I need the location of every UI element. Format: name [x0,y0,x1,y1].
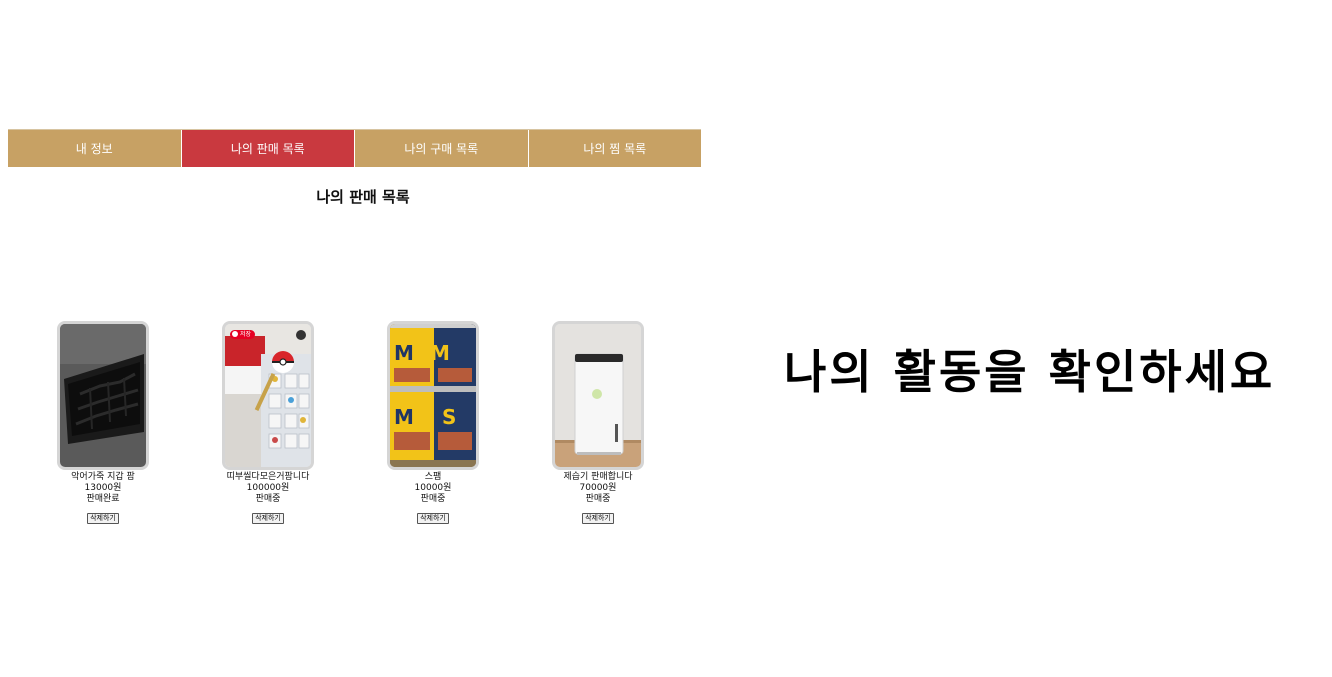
tab-my-wishlist[interactable]: 나의 찜 목록 [528,130,701,167]
product-name: 스팸 [424,472,442,482]
wallet-photo-icon [60,324,146,467]
svg-text:M: M [430,341,450,365]
tab-bar: 내 정보 나의 판매 목록 나의 구매 목록 나의 찜 목록 [8,129,701,167]
product-image-stickers[interactable]: 저장 [222,321,314,470]
product-card: 저장 띠부씰다모은거팜니다 100000원 판매중 삭제하기 [222,321,314,524]
product-name: 제습기 판매합니다 [563,472,633,482]
product-name: 악어가죽 지갑 팜 [71,472,135,482]
svg-text:M: M [394,405,414,429]
product-card: 제습기 판매합니다 70000원 판매중 삭제하기 [552,321,644,524]
product-image-dehumidifier[interactable] [552,321,644,470]
spam-cans-photo-icon: M M M S [390,324,476,467]
section-title: 나의 판매 목록 [316,188,410,206]
svg-text:S: S [442,405,456,429]
svg-text:M: M [394,341,414,365]
delete-button[interactable]: 삭제하기 [582,513,614,524]
product-image-wallet[interactable] [57,321,149,470]
product-status: 판매완료 [86,494,120,504]
sticker-binder-photo-icon [225,324,311,467]
tab-my-purchases[interactable]: 나의 구매 목록 [355,130,529,167]
page: 내 정보 나의 판매 목록 나의 구매 목록 나의 찜 목록 나의 판매 목록 … [0,0,1332,677]
product-card: 악어가죽 지갑 팜 13000원 판매완료 삭제하기 [57,321,149,524]
tab-my-sales[interactable]: 나의 판매 목록 [181,130,355,167]
product-status: 판매중 [255,494,281,504]
product-status: 판매중 [420,494,446,504]
product-image-spam[interactable]: M M M S [387,321,479,470]
dehumidifier-photo-icon [555,324,641,467]
product-price: 100000원 [246,483,290,493]
product-status: 판매중 [585,494,611,504]
product-card: M M M S 스팸 10000원 판매중 삭제하기 [387,321,479,524]
product-price: 10000원 [414,483,452,493]
product-price: 13000원 [84,483,122,493]
product-name: 띠부씰다모은거팜니다 [226,472,310,482]
pinterest-icon [232,331,238,337]
delete-button[interactable]: 삭제하기 [252,513,284,524]
delete-button[interactable]: 삭제하기 [87,513,119,524]
visual-search-icon[interactable] [296,330,306,340]
tab-my-info[interactable]: 내 정보 [8,130,182,167]
delete-button[interactable]: 삭제하기 [417,513,449,524]
product-price: 70000원 [579,483,617,493]
promo-headline: 나의 활동을 확인하세요 [784,345,1276,399]
